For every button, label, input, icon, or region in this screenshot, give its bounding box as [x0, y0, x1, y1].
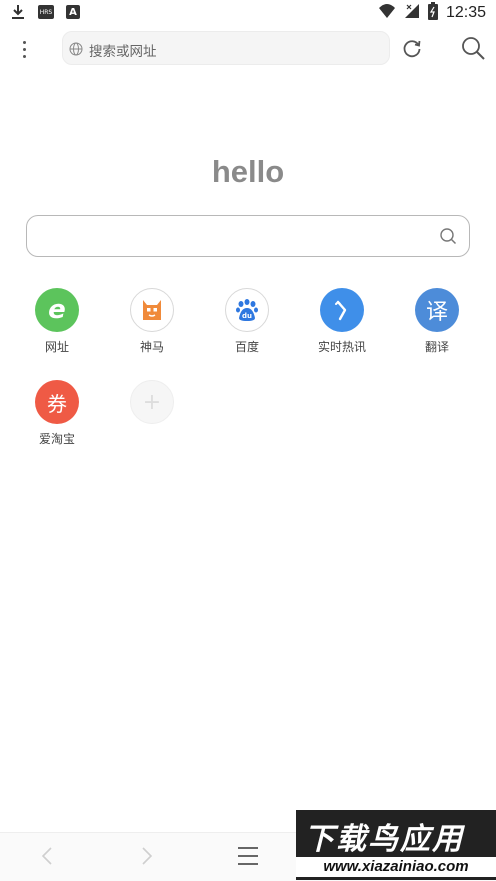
translate-icon: 译: [415, 288, 459, 332]
add-icon: +: [130, 380, 174, 424]
a-icon: A: [66, 5, 80, 19]
coupon-icon: 券: [35, 380, 79, 424]
shortcut-label: 百度: [234, 340, 259, 354]
watermark-title: 下载鸟应用: [304, 822, 464, 857]
globe-icon: [69, 41, 83, 56]
battery-icon: [427, 2, 438, 24]
search-icon[interactable]: [460, 35, 486, 61]
address-toolbar: 搜索或网址: [0, 26, 496, 72]
url-placeholder: 搜索或网址: [89, 44, 157, 60]
shortcut-label: 爱淘宝: [38, 432, 75, 446]
shortcut-label: 网址: [44, 340, 69, 354]
watermark-url: www.xiazainiao.com: [296, 857, 496, 877]
add-shortcut-button[interactable]: +: [112, 380, 192, 424]
shortcut-hot-news[interactable]: 实时热讯: [302, 288, 382, 355]
menu-icon[interactable]: [238, 847, 258, 865]
home-search-input[interactable]: [26, 215, 470, 257]
shortcut-translate[interactable]: 译 翻译: [397, 288, 477, 355]
forward-icon[interactable]: [136, 845, 156, 867]
hrs-icon: HRS: [38, 5, 54, 19]
shortcut-wangzhi[interactable]: e 网址: [17, 288, 97, 355]
overflow-menu-icon[interactable]: [14, 36, 34, 62]
shortcut-aitaobao[interactable]: 券 爱淘宝: [17, 380, 97, 447]
url-input[interactable]: 搜索或网址: [62, 31, 390, 65]
back-icon[interactable]: [38, 845, 58, 867]
shortcut-shenma[interactable]: 神马: [112, 288, 192, 355]
signal-icon: [404, 3, 420, 23]
shortcut-label: 神马: [139, 340, 164, 354]
search-icon[interactable]: [439, 227, 457, 245]
home-greeting: hello: [211, 154, 285, 189]
shortcut-baidu[interactable]: du 百度: [207, 288, 287, 355]
svg-text:du: du: [242, 312, 252, 320]
watermark-logo: 下载鸟应用 www.xiazainiao.com: [296, 810, 496, 880]
shortcut-label: 翻译: [424, 340, 449, 354]
shenma-icon: [130, 288, 174, 332]
download-icon: [10, 4, 26, 20]
shortcut-label: 实时热讯: [317, 340, 366, 354]
hot-news-icon: [320, 288, 364, 332]
e-icon: e: [35, 288, 79, 332]
status-bar: HRS A 12:35: [0, 0, 496, 26]
status-time: 12:35: [445, 4, 486, 21]
refresh-icon[interactable]: [400, 36, 424, 60]
wifi-icon: [378, 3, 396, 23]
baidu-paw-icon: du: [225, 288, 269, 332]
